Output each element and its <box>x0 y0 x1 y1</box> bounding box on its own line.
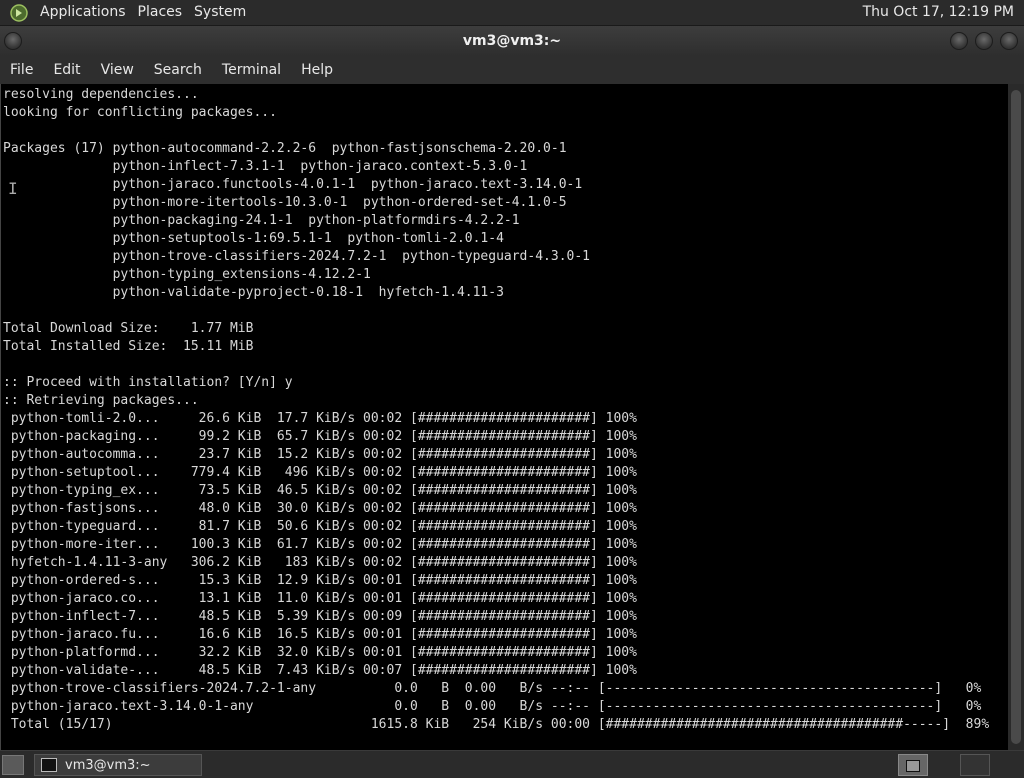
terminal-line: looking for conflicting packages... <box>3 105 277 120</box>
terminal-line: :: Proceed with installation? [Y/n] y <box>3 375 293 390</box>
terminal-line: python-more-iter... 100.3 KiB 61.7 KiB/s… <box>3 537 637 552</box>
terminal-line: hyfetch-1.4.11-3-any 306.2 KiB 183 KiB/s… <box>3 555 637 570</box>
distro-logo-icon[interactable] <box>10 3 28 22</box>
terminal-line: python-jaraco.text-3.14.0-1-any 0.0 B 0.… <box>3 699 982 714</box>
workspace-2[interactable] <box>960 754 990 776</box>
terminal-line: python-validate-pyproject-0.18-1 hyfetch… <box>3 285 504 300</box>
terminal-line: python-validate-... 48.5 KiB 7.43 KiB/s … <box>3 663 637 678</box>
terminal-text: resolving dependencies... looking for con… <box>1 84 1008 734</box>
top-panel: Applications Places System Thu Oct 17, 1… <box>0 0 1024 26</box>
maximize-button[interactable] <box>975 32 993 50</box>
menu-bar: File Edit View Search Terminal Help <box>0 56 1024 84</box>
terminal-line: python-setuptool... 779.4 KiB 496 KiB/s … <box>3 465 637 480</box>
menu-file[interactable]: File <box>0 56 43 84</box>
terminal-line: Total Download Size: 1.77 MiB <box>3 321 254 336</box>
window-titlebar[interactable]: vm3@vm3:~ <box>0 26 1024 56</box>
terminal-line: python-trove-classifiers-2024.7.2-1 pyth… <box>3 249 590 264</box>
terminal-line: python-more-itertools-10.3.0-1 python-or… <box>3 195 567 210</box>
terminal-line: python-packaging... 99.2 KiB 65.7 KiB/s … <box>3 429 637 444</box>
applications-menu[interactable]: Applications <box>34 0 132 25</box>
system-menu[interactable]: System <box>188 0 252 25</box>
workspace-1[interactable] <box>898 754 928 776</box>
window-title: vm3@vm3:~ <box>462 33 562 49</box>
terminal-line: python-jaraco.functools-4.0.1-1 python-j… <box>3 177 583 192</box>
terminal-icon <box>41 758 57 772</box>
terminal-line: resolving dependencies... <box>3 87 199 102</box>
menu-help[interactable]: Help <box>291 56 343 84</box>
minimize-button[interactable] <box>950 32 968 50</box>
terminal-line: python-setuptools-1:69.5.1-1 python-toml… <box>3 231 504 246</box>
terminal-line: Total Installed Size: 15.11 MiB <box>3 339 254 354</box>
terminal-output[interactable]: resolving dependencies... looking for con… <box>0 84 1008 750</box>
text-cursor-icon: I <box>8 179 18 198</box>
terminal-line: python-autocomma... 23.7 KiB 15.2 KiB/s … <box>3 447 637 462</box>
terminal-line: :: Retrieving packages... <box>3 393 199 408</box>
terminal-line: Total (15/17) 1615.8 KiB 254 KiB/s 00:00… <box>3 717 990 732</box>
terminal-line: python-inflect-7.3.1-1 python-jaraco.con… <box>3 159 528 174</box>
menu-view[interactable]: View <box>91 56 144 84</box>
taskbar-window-button[interactable]: vm3@vm3:~ <box>34 754 202 776</box>
terminal-line: python-platformd... 32.2 KiB 32.0 KiB/s … <box>3 645 637 660</box>
terminal-line: Packages (17) python-autocommand-2.2.2-6… <box>3 141 567 156</box>
menu-terminal[interactable]: Terminal <box>212 56 291 84</box>
terminal-line: python-typing_extensions-4.12.2-1 <box>3 267 371 282</box>
bottom-panel: vm3@vm3:~ <box>0 750 1024 778</box>
scrollbar[interactable] <box>1008 84 1024 750</box>
menu-search[interactable]: Search <box>144 56 212 84</box>
places-menu[interactable]: Places <box>132 0 189 25</box>
terminal-line: python-typeguard... 81.7 KiB 50.6 KiB/s … <box>3 519 637 534</box>
terminal-line: python-fastjsons... 48.0 KiB 30.0 KiB/s … <box>3 501 637 516</box>
close-button[interactable] <box>1000 32 1018 50</box>
terminal-line: python-packaging-24.1-1 python-platformd… <box>3 213 520 228</box>
clock[interactable]: Thu Oct 17, 12:19 PM <box>863 0 1014 25</box>
terminal-line: python-tomli-2.0... 26.6 KiB 17.7 KiB/s … <box>3 411 637 426</box>
show-desktop-icon[interactable] <box>2 755 24 775</box>
terminal-line: python-typing_ex... 73.5 KiB 46.5 KiB/s … <box>3 483 637 498</box>
terminal-line: python-inflect-7... 48.5 KiB 5.39 KiB/s … <box>3 609 637 624</box>
terminal-line: python-jaraco.co... 13.1 KiB 11.0 KiB/s … <box>3 591 637 606</box>
scrollbar-thumb[interactable] <box>1011 90 1021 744</box>
menu-edit[interactable]: Edit <box>43 56 90 84</box>
taskbar-window-label: vm3@vm3:~ <box>65 757 151 773</box>
terminal-line: python-ordered-s... 15.3 KiB 12.9 KiB/s … <box>3 573 637 588</box>
terminal-line: python-jaraco.fu... 16.6 KiB 16.5 KiB/s … <box>3 627 637 642</box>
terminal-line: python-trove-classifiers-2024.7.2-1-any … <box>3 681 982 696</box>
